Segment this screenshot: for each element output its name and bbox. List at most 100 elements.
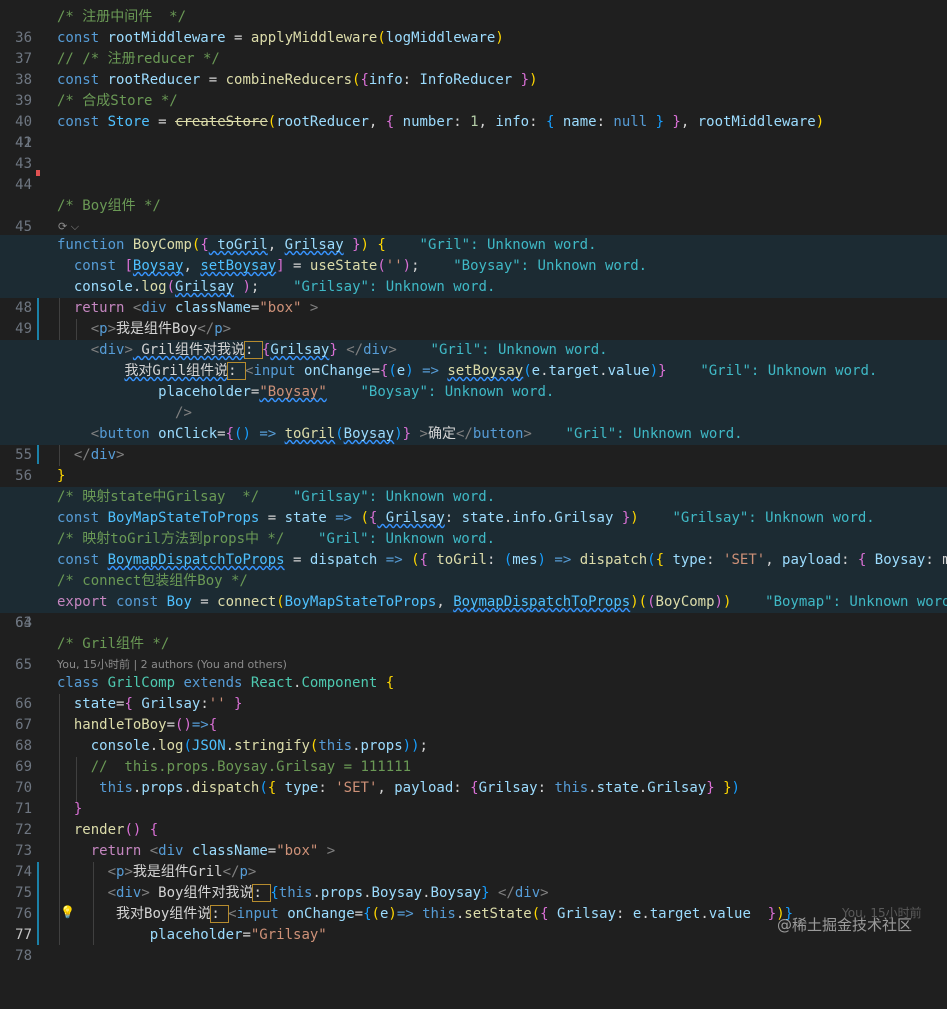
operator: .	[641, 906, 650, 922]
code-line-56[interactable]: 56 </div>	[0, 445, 947, 484]
function-call: applyMiddleware	[250, 30, 378, 46]
operator: =	[371, 363, 380, 379]
code-line-64[interactable]: 64	[0, 613, 947, 634]
tag-bracket: >	[107, 321, 117, 337]
keyword: const	[57, 552, 100, 568]
code-line-63[interactable]: 63 export const Boy = connect(BoyMapStat…	[0, 592, 947, 631]
operator: :	[453, 780, 471, 796]
operator: .	[638, 780, 648, 796]
code-line-71[interactable]: 71 this.props.dispatch({ type: 'SET', pa…	[0, 778, 947, 817]
bracket: )	[815, 114, 825, 130]
property: payload	[394, 780, 454, 796]
code-line-67[interactable]: 67 state={ Grilsay:'' }	[0, 694, 947, 733]
attribute: placeholder	[158, 384, 251, 400]
bracket: (	[523, 363, 532, 379]
operator: :	[200, 696, 209, 712]
code-line-52[interactable]: 52 我对Gril组件说: <input onChange={(e) => se…	[0, 361, 947, 400]
operator: ,	[436, 594, 454, 610]
code-line-69[interactable]: 69 console.log(JSON.stringify(this.props…	[0, 736, 947, 775]
code-line-73[interactable]: 73 render() {	[0, 820, 947, 859]
jsx-text: 我对Boy组件说	[116, 906, 212, 922]
code-line-40[interactable]: 40 /* 合成Store */	[0, 91, 947, 130]
bracket: )	[630, 510, 639, 526]
code-line-48[interactable]: 48 console.log(Grilsay ); "Grilsay": Unk…	[0, 277, 947, 316]
class-name: Component	[301, 675, 378, 691]
code-line-54[interactable]: 54 />	[0, 403, 947, 442]
bracket: (	[183, 738, 192, 754]
function-call: toGril	[284, 426, 336, 442]
code-line-58[interactable]: 58 /* 映射state中Grilsay */ "Grilsay": Unkn…	[0, 487, 947, 526]
operator: =>	[377, 552, 412, 568]
operator: .	[455, 906, 465, 922]
code-line-55[interactable]: 55 <button onClick={() => toGril(Boysay)…	[0, 424, 947, 463]
spell-diagnostic: "Boymap": Unknown word	[765, 594, 947, 610]
code-line-76[interactable]: 76 <div> Boy组件对我说: {this.props.Boysay.Bo…	[0, 883, 947, 922]
code-line-39[interactable]: 39 const rootReducer = combineReducers({…	[0, 70, 947, 109]
code-editor[interactable]: 36 /* 注册中间件 */ 37 const rootMiddleware =…	[0, 0, 947, 964]
code-line-57[interactable]: 57 }	[0, 466, 947, 505]
bracket: )	[722, 594, 732, 610]
jsx-text: Gril组件对我说	[132, 342, 246, 358]
code-line-49[interactable]: 49 return <div className="box" >	[0, 298, 947, 337]
keyword: const	[57, 510, 100, 526]
code-line-68[interactable]: 68 handleToBoy=()=>{	[0, 715, 947, 754]
code-line-37[interactable]: 37 const rootMiddleware = applyMiddlewar…	[0, 28, 947, 67]
lightbulb-icon[interactable]: 💡	[60, 906, 75, 918]
code-line-72[interactable]: 72 }	[0, 799, 947, 838]
bracket: )	[731, 780, 740, 796]
property: info	[512, 510, 546, 526]
code-line-75[interactable]: 75 <p>我是组件Gril</p>	[0, 862, 947, 901]
code-line-60[interactable]: 60 /* 映射toGril方法到props中 */ "Gril": Unkno…	[0, 529, 947, 568]
code-line-70[interactable]: 70 // this.props.Boysay.Grilsay = 111111	[0, 757, 947, 796]
codelens-fold-icon[interactable]: ⟳ ⌵	[58, 220, 79, 234]
variable: Store	[107, 114, 150, 130]
code-line-46[interactable]: 46 function BoyComp({ toGril, Grilsay })…	[0, 235, 947, 274]
parameter: Grilsay	[284, 237, 344, 253]
code-line-65[interactable]: 65 /* Gril组件 */	[0, 634, 947, 673]
code-line-59[interactable]: 59 const BoyMapStateToProps = state => (…	[0, 508, 947, 547]
code-line-53[interactable]: 53 placeholder="Boysay" "Boysay": Unknow…	[0, 382, 947, 421]
tag-bracket: >	[411, 426, 428, 442]
code-line-42[interactable]: 42	[0, 133, 947, 154]
jsx-text: :	[227, 362, 247, 380]
bracket: {	[200, 237, 209, 253]
function-name: BoyComp	[132, 237, 192, 253]
property: props	[320, 885, 364, 901]
property: Grilsay	[554, 510, 614, 526]
operator: :	[616, 906, 633, 922]
code-line-47[interactable]: 47 const [Boysay, setBoysay] = useState(…	[0, 256, 947, 295]
bracket: }	[57, 468, 66, 484]
codelens-blame[interactable]: You, 15小时前 | 2 authors (You and others)	[57, 656, 287, 673]
bracket: )	[234, 279, 251, 295]
tag-bracket: </	[337, 342, 364, 358]
tag-bracket: >	[116, 447, 125, 463]
bracket: {	[124, 696, 133, 712]
property: payload	[782, 552, 842, 568]
code-line-66[interactable]: 66 class GrilComp extends React.Componen…	[0, 673, 947, 712]
spell-diagnostic: "Gril": Unknown word.	[430, 342, 608, 358]
code-line-44[interactable]: 44	[0, 175, 947, 196]
line-number: 64	[15, 615, 32, 631]
code-line-74[interactable]: 74 return <div className="box" >	[0, 841, 947, 880]
code-line-38[interactable]: 38 // /* 注册reducer */	[0, 49, 947, 88]
method-name: handleToBoy	[73, 717, 167, 733]
code-line-61[interactable]: 61 const BoymapDispatchToProps = dispatc…	[0, 550, 947, 589]
code-line-51[interactable]: 51 <div> Gril组件对我说: {Grilsay} </div> "Gr…	[0, 340, 947, 379]
operator: =	[191, 594, 218, 610]
string: ''	[208, 696, 226, 712]
bracket: )	[405, 363, 414, 379]
bracket: {	[540, 906, 549, 922]
function-call: stringify	[234, 738, 310, 754]
operator: =	[259, 510, 285, 526]
code-line-45[interactable]: 45 /* Boy组件 */	[0, 196, 947, 235]
bracket: )	[394, 426, 403, 442]
code-line-50[interactable]: 50 <p>我是组件Boy</p>	[0, 319, 947, 358]
code-line-36[interactable]: 36 /* 注册中间件 */	[0, 7, 947, 46]
variable: Boysay	[343, 426, 395, 442]
code-line-43[interactable]: 43	[0, 154, 947, 175]
operator: =>	[326, 510, 361, 526]
property: number	[394, 114, 454, 130]
code-line-62[interactable]: 62 /* connect包装组件Boy */	[0, 571, 947, 610]
tag-name: div	[90, 447, 117, 463]
code-line-41[interactable]: 41 const Store = createStore(rootReducer…	[0, 112, 947, 151]
